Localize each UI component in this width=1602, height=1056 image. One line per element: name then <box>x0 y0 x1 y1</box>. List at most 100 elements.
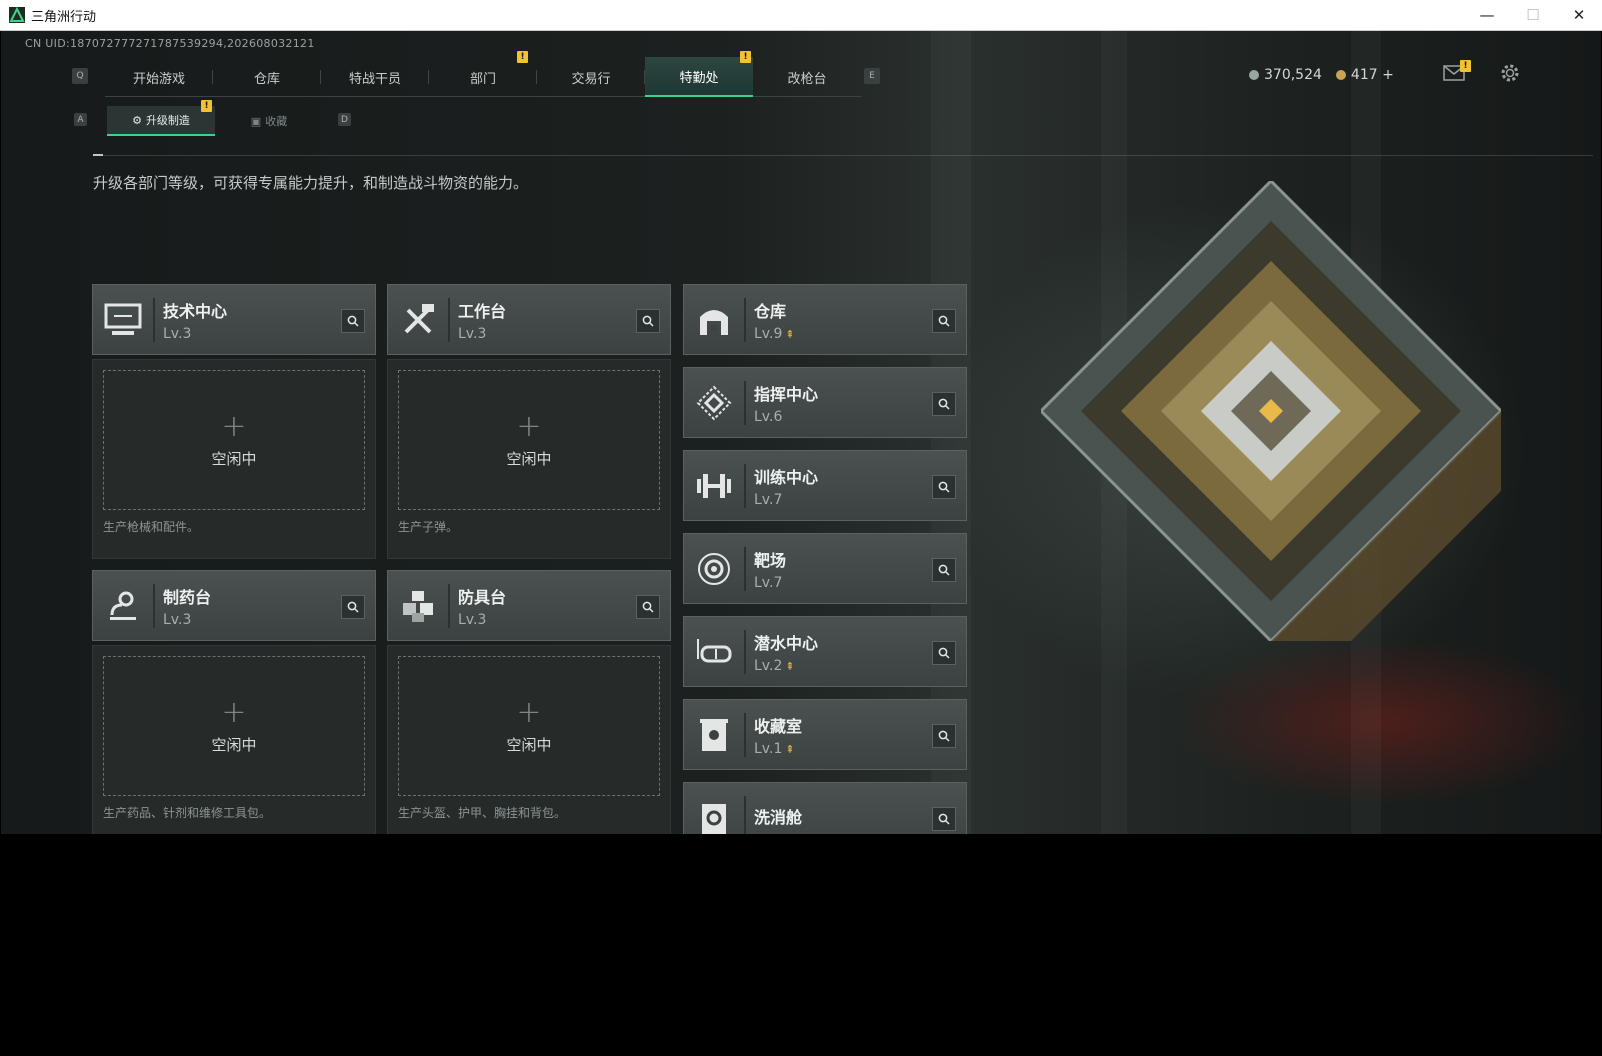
tab-start-game[interactable]: 开始游戏 <box>105 57 213 97</box>
tools-icon <box>388 290 448 350</box>
tab-warehouse[interactable]: 仓库 <box>213 57 321 97</box>
search-icon[interactable] <box>932 558 956 582</box>
close-button[interactable]: ✕ <box>1556 0 1602 30</box>
idle-label: 空闲中 <box>211 449 257 468</box>
facility-name: 技术中心 <box>163 301 228 321</box>
facility-name: 指挥中心 <box>754 384 819 404</box>
nav-next-key[interactable]: E <box>864 68 880 84</box>
facility-card-collection-room[interactable]: 收藏室 Lv.1 ⇞ <box>683 699 967 770</box>
nav-prev-key[interactable]: Q <box>72 68 88 84</box>
tab-departments[interactable]: 部门 ! <box>429 51 537 97</box>
search-icon[interactable] <box>932 309 956 333</box>
search-icon[interactable] <box>341 595 365 619</box>
command-icon <box>684 373 744 433</box>
search-icon[interactable] <box>932 724 956 748</box>
coin-icon <box>1335 70 1346 80</box>
slot-description: 生产药品、针剂和维修工具包。 <box>103 806 272 820</box>
search-icon[interactable] <box>636 595 660 619</box>
production-slot-panel: + 空闲中 生产枪械和配件。 <box>92 359 376 559</box>
facility-level: Lv.9 <box>754 325 783 342</box>
facility-card-tech-center[interactable]: 技术中心 Lv.3 <box>92 284 376 355</box>
idle-label: 空闲中 <box>506 449 552 468</box>
app-logo-icon <box>9 7 25 23</box>
upgrade-arrow-icon: ⇞ <box>785 659 795 673</box>
target-icon <box>684 539 744 599</box>
hafbucks-display[interactable]: 370,524 <box>1249 67 1322 83</box>
title-bar: 三角洲行动 — ☐ ✕ <box>0 0 1602 31</box>
gear-icon[interactable] <box>1499 62 1521 84</box>
facility-card-training-center[interactable]: 训练中心 Lv.7 <box>683 450 967 521</box>
tab-trading[interactable]: 交易行 <box>537 57 645 97</box>
facility-card-diving-center[interactable]: 潜水中心 Lv.2 ⇞ <box>683 616 967 687</box>
slot-description: 生产头盔、护甲、胸挂和背包。 <box>398 806 567 820</box>
maximize-button[interactable]: ☐ <box>1510 0 1556 30</box>
search-icon[interactable] <box>932 641 956 665</box>
currency-bar: 370,524 417 + <box>1249 67 1394 83</box>
facility-level: Lv.2 <box>754 657 783 674</box>
facility-level: Lv.7 <box>754 574 783 591</box>
dumbbell-icon <box>684 456 744 516</box>
coins-display[interactable]: 417 + <box>1335 67 1394 83</box>
plus-icon: + <box>516 408 542 444</box>
slot-description: 生产子弹。 <box>398 520 459 534</box>
facility-card-shooting-range[interactable]: 靶场 Lv.7 <box>683 533 967 604</box>
search-icon[interactable] <box>932 807 956 831</box>
facility-level: Lv.3 <box>458 325 487 342</box>
divider <box>93 155 1593 156</box>
upgrade-arrow-icon: ⇞ <box>785 327 795 341</box>
facility-card-armor-bench[interactable]: 防具台 Lv.3 <box>387 570 671 641</box>
facility-card-command-center[interactable]: 指挥中心 Lv.6 <box>683 367 967 438</box>
collection-tab-icon: ▣ <box>250 114 262 128</box>
minimize-button[interactable]: — <box>1464 0 1510 30</box>
computer-icon <box>93 290 153 350</box>
divider-mark <box>93 154 103 156</box>
facility-card-workbench[interactable]: 工作台 Lv.3 <box>387 284 671 355</box>
facility-level: Lv.3 <box>163 325 192 342</box>
tab-special-ops[interactable]: 特勤处 ! <box>645 51 753 97</box>
decon-icon <box>684 788 744 835</box>
letterbox-bottom <box>1 834 1601 1056</box>
mail-badge: ! <box>1460 60 1471 72</box>
idle-label: 空闲中 <box>506 735 552 754</box>
search-icon[interactable] <box>341 309 365 333</box>
tab-upgrade-craft[interactable]: ⚙ 升级制造 ! <box>107 100 215 136</box>
facility-level: Lv.3 <box>458 611 487 628</box>
subnav-next-key[interactable]: D <box>338 113 351 126</box>
facility-name: 工作台 <box>458 301 507 321</box>
tab-gunsmith[interactable]: 改枪台 <box>753 57 861 97</box>
facility-card-warehouse[interactable]: 仓库 Lv.9 ⇞ <box>683 284 967 355</box>
facility-level: Lv.3 <box>163 611 192 628</box>
facility-name: 潜水中心 <box>754 633 819 653</box>
tab-operators[interactable]: 特战干员 <box>321 57 429 97</box>
search-icon[interactable] <box>932 392 956 416</box>
facility-name: 训练中心 <box>754 467 819 487</box>
game-viewport: CN UID:187072777271787539294,20260803212… <box>1 31 1601 834</box>
add-currency-button[interactable]: + <box>1382 67 1394 83</box>
notification-badge: ! <box>517 51 528 63</box>
idle-slot[interactable]: + 空闲中 <box>103 370 365 510</box>
notification-badge: ! <box>740 51 751 63</box>
production-slot-panel: + 空闲中 生产子弹。 <box>387 359 671 559</box>
main-nav: 开始游戏 仓库 特战干员 部门 ! 交易行 特勤处 ! 改枪台 <box>105 51 861 97</box>
subnav-prev-key[interactable]: A <box>74 113 87 126</box>
idle-slot[interactable]: + 空闲中 <box>103 656 365 796</box>
facility-card-pharmacy[interactable]: 制药台 Lv.3 <box>92 570 376 641</box>
uid-label: CN UID:187072777271787539294,20260803212… <box>25 37 315 50</box>
idle-slot[interactable]: + 空闲中 <box>398 370 660 510</box>
plus-icon: + <box>516 694 542 730</box>
facility-level: Lv.6 <box>754 408 783 425</box>
tab-collection[interactable]: ▣ 收藏 <box>215 106 323 136</box>
idle-slot[interactable]: + 空闲中 <box>398 656 660 796</box>
facility-name: 洗消舱 <box>754 807 803 827</box>
facility-level: Lv.7 <box>754 491 783 508</box>
warehouse-icon <box>684 290 744 350</box>
search-icon[interactable] <box>932 475 956 499</box>
production-slot-panel: + 空闲中 生产头盔、护甲、胸挂和背包。 <box>387 645 671 834</box>
collection-icon <box>684 705 744 765</box>
cube-artwork <box>1041 181 1501 641</box>
search-icon[interactable] <box>636 309 660 333</box>
facility-card-decontamination[interactable]: 洗消舱 <box>683 782 967 834</box>
production-slot-panel: + 空闲中 生产药品、针剂和维修工具包。 <box>92 645 376 834</box>
sub-nav: ⚙ 升级制造 ! ▣ 收藏 <box>107 100 323 136</box>
window-title: 三角洲行动 <box>31 9 97 25</box>
